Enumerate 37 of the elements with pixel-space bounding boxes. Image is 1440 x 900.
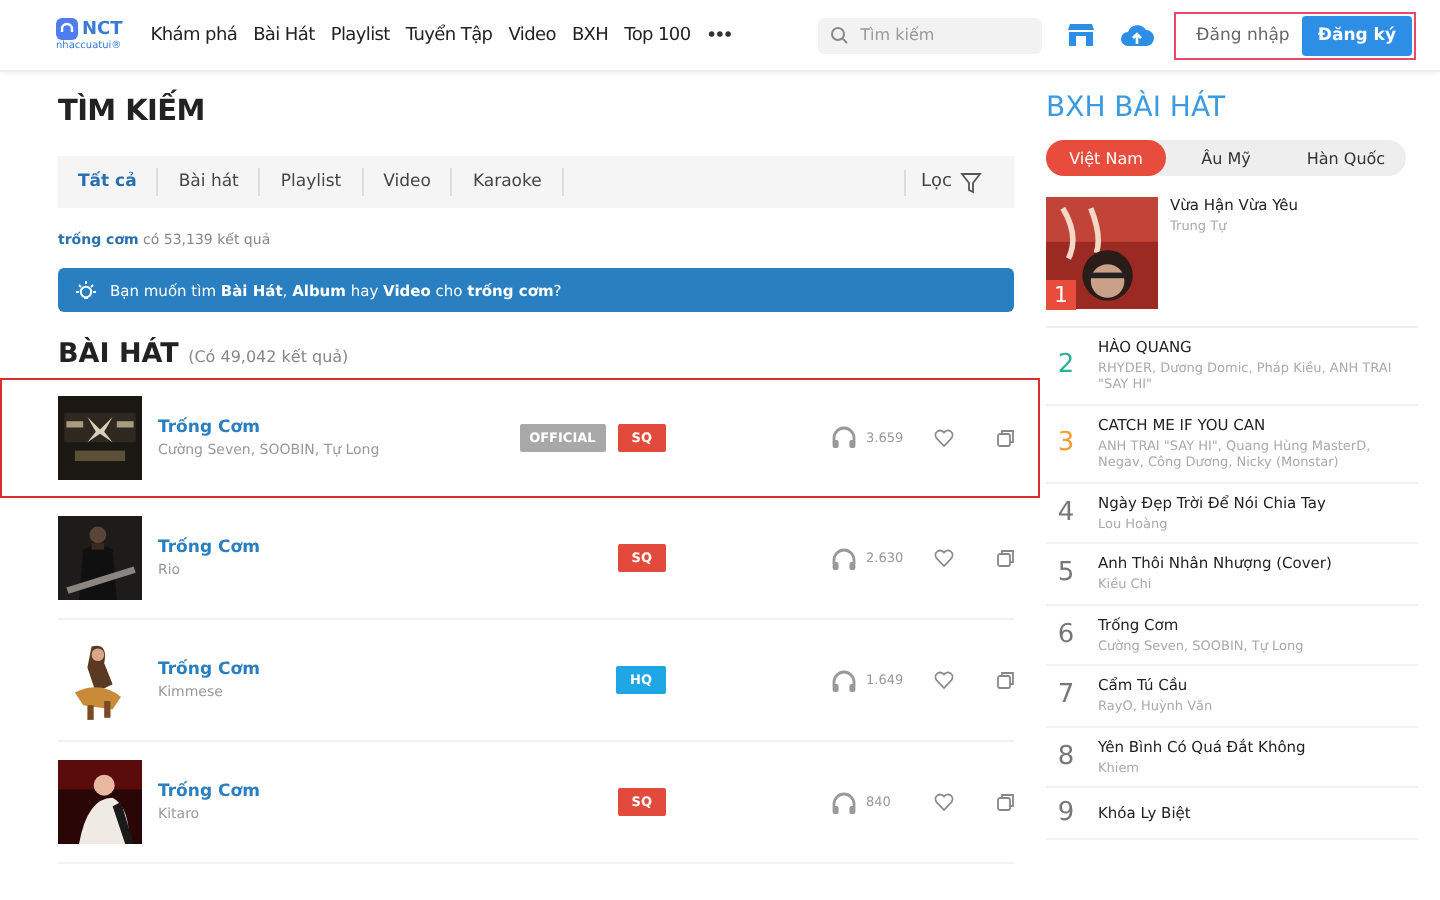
filter-tab[interactable]: Bài hát: [158, 168, 261, 196]
chart-title: BXH BÀI HÁT: [1046, 92, 1228, 124]
song-title[interactable]: Trống Cơm: [158, 417, 458, 437]
region-tab[interactable]: Âu Mỹ: [1166, 140, 1286, 176]
filter-tab[interactable]: Karaoke: [452, 168, 564, 196]
filter-button[interactable]: Lọc: [903, 169, 994, 195]
rank-number: 9: [1055, 797, 1077, 828]
song-title[interactable]: Trống Cơm: [158, 782, 458, 802]
filter-tab[interactable]: Tất cả: [78, 168, 159, 196]
nav-link[interactable]: Khám phá: [150, 25, 238, 45]
logo-text[interactable]: NCT: [82, 19, 123, 39]
nav-link[interactable]: Playlist: [330, 25, 390, 45]
song-title[interactable]: Trống Cơm: [158, 660, 458, 680]
rank-number: 6: [1055, 619, 1077, 650]
filter-tab[interactable]: Video: [363, 168, 453, 196]
rank-number: 2: [1055, 350, 1077, 381]
nav-link[interactable]: Bài Hát: [253, 25, 315, 45]
rank-number: 8: [1055, 741, 1077, 772]
section-count: (Có 49,042 kết quả): [188, 348, 349, 366]
region-tab[interactable]: Việt Nam: [1046, 140, 1166, 176]
rank-number: 5: [1055, 558, 1077, 589]
search-bar[interactable]: Tìm kiếm: [818, 17, 1043, 53]
register-button[interactable]: Đăng ký: [1301, 15, 1412, 55]
rank-number: 4: [1055, 497, 1077, 528]
more-menu[interactable]: •••: [706, 26, 732, 44]
section-title: BÀI HÁT: [58, 338, 179, 370]
nav-link[interactable]: Tuyển Tập: [405, 25, 493, 45]
nav-link[interactable]: BXH: [571, 25, 609, 45]
nav-link[interactable]: Video: [508, 25, 556, 45]
song-title[interactable]: Trống Cơm: [158, 538, 458, 558]
region-tab[interactable]: Hàn Quốc: [1286, 140, 1406, 176]
rank-badge: 1: [1046, 280, 1076, 310]
rank-number: 3: [1055, 428, 1077, 459]
rank-number: 7: [1055, 680, 1077, 711]
nav-link[interactable]: Top 100: [624, 25, 691, 45]
filter-tab[interactable]: Playlist: [260, 168, 364, 196]
search-input[interactable]: Tìm kiếm: [860, 26, 1021, 44]
